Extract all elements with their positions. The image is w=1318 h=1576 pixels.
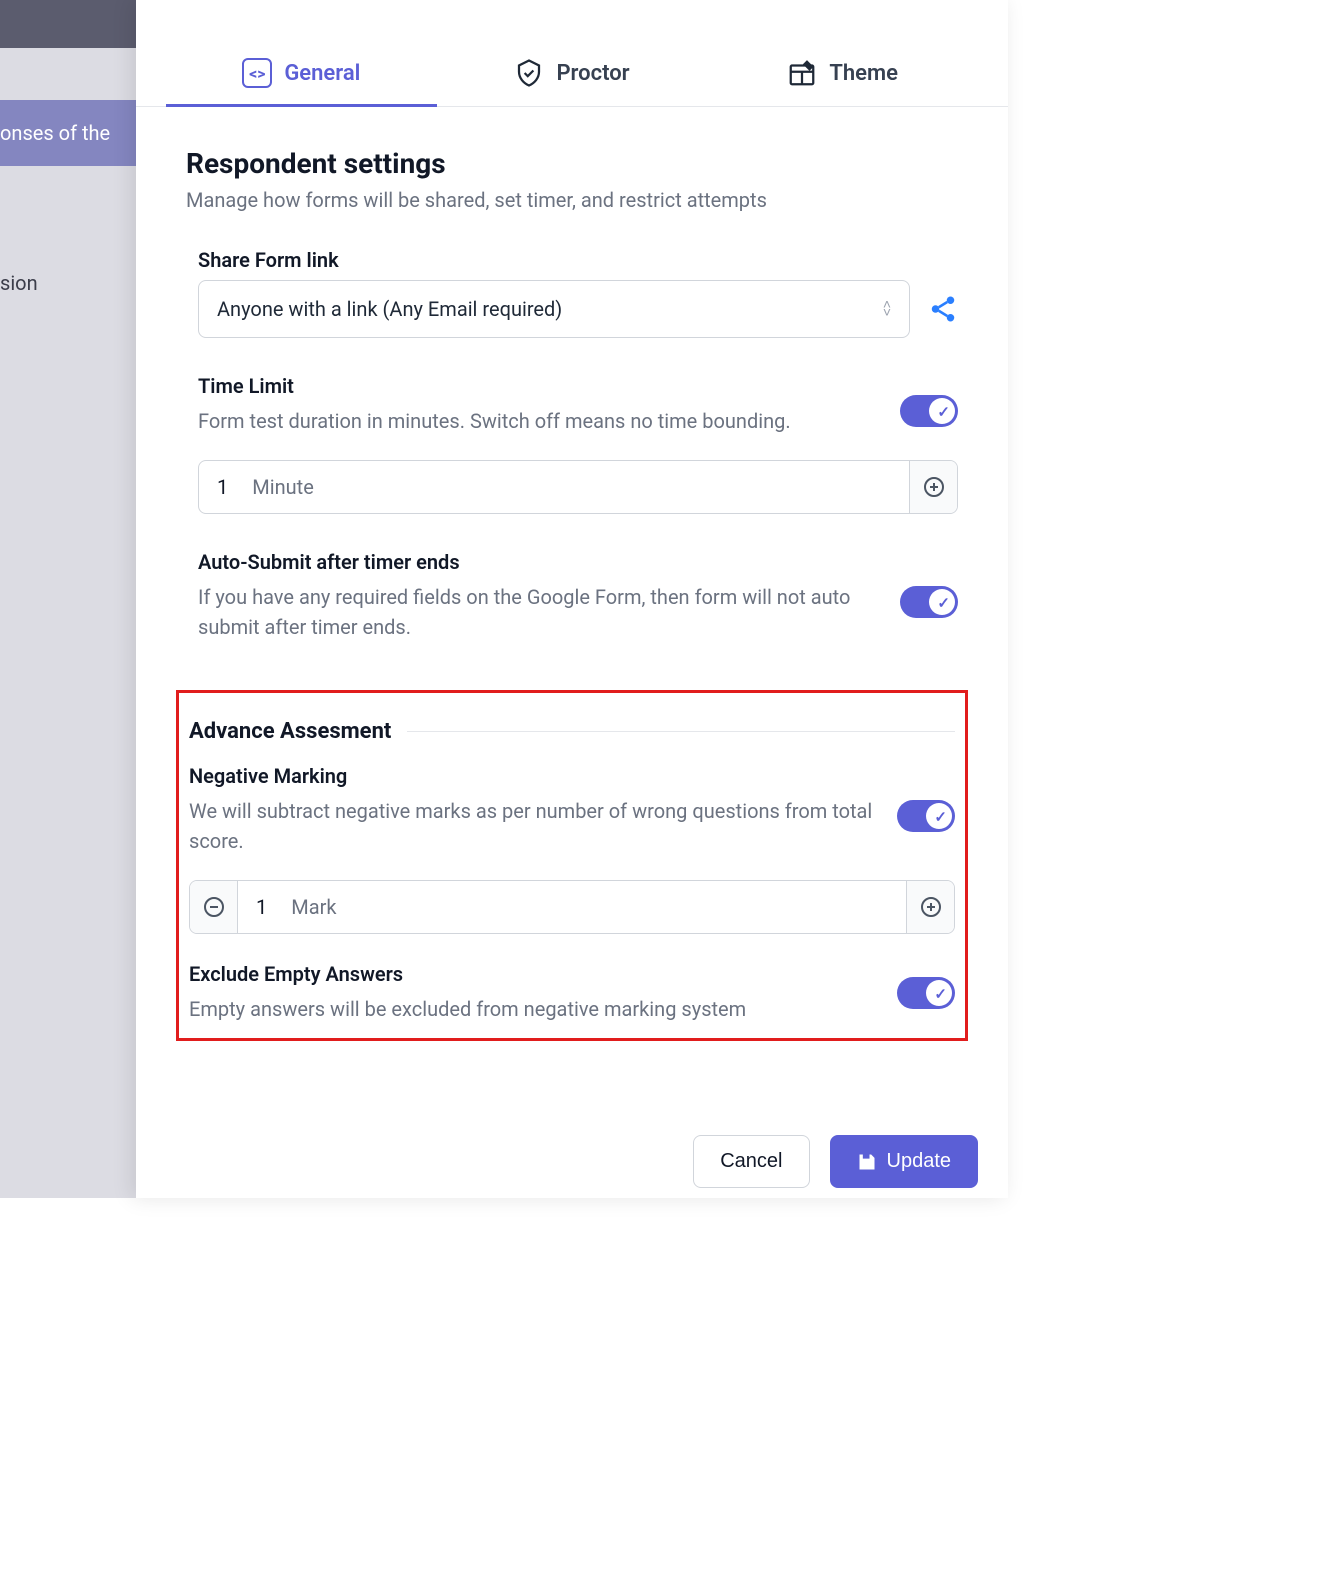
code-icon: <> (242, 58, 272, 88)
chevron-up-down-icon: ˄˅ (883, 301, 891, 317)
exclude-empty-block: Exclude Empty Answers Empty answers will… (189, 962, 955, 1024)
negative-marking-decrease-button[interactable] (190, 881, 238, 933)
negative-marking-stepper: 1 Mark (189, 880, 955, 934)
tab-label: Theme (829, 61, 898, 86)
section-subtitle: Manage how forms will be shared, set tim… (186, 188, 958, 212)
advance-assessment-title: Advance Assesment (189, 719, 955, 744)
share-form-label: Share Form link (198, 248, 958, 272)
time-limit-desc: Form test duration in minutes. Switch of… (198, 406, 876, 436)
background-header (0, 0, 136, 48)
section-title: Respondent settings (186, 147, 958, 180)
negative-marking-value: 1 (256, 895, 267, 919)
auto-submit-block: Auto-Submit after timer ends If you have… (186, 550, 958, 654)
advance-assessment-highlight: Advance Assesment Negative Marking We wi… (176, 690, 968, 1041)
time-limit-label: Time Limit (198, 374, 876, 398)
share-form-select[interactable]: Anyone with a link (Any Email required) … (198, 280, 910, 338)
update-button[interactable]: Update (830, 1135, 979, 1188)
update-label: Update (887, 1150, 952, 1173)
tab-bar: <> General Proctor Theme (136, 40, 1008, 107)
save-icon (857, 1152, 877, 1172)
negative-marking-toggle[interactable]: ✓ (897, 800, 955, 832)
time-limit-unit: Minute (252, 475, 314, 499)
tab-proctor[interactable]: Proctor (437, 40, 708, 106)
exclude-empty-desc: Empty answers will be excluded from nega… (189, 994, 873, 1024)
auto-submit-toggle[interactable]: ✓ (900, 586, 958, 618)
background-overlay (0, 0, 136, 1198)
negative-marking-desc: We will subtract negative marks as per n… (189, 796, 873, 856)
shield-check-icon (514, 58, 544, 88)
tab-theme[interactable]: Theme (707, 40, 978, 106)
time-limit-toggle[interactable]: ✓ (900, 395, 958, 427)
background-row-active: onses of the (0, 100, 136, 166)
time-limit-block: Time Limit Form test duration in minutes… (186, 374, 958, 514)
time-limit-increase-button[interactable] (909, 461, 957, 513)
theme-icon (787, 58, 817, 88)
background-row: sion (0, 250, 136, 316)
check-icon: ✓ (937, 594, 950, 612)
negative-marking-unit: Mark (291, 895, 336, 919)
settings-panel: <> General Proctor Theme (136, 0, 1008, 1198)
time-limit-stepper: 1 Minute (198, 460, 958, 514)
auto-submit-label: Auto-Submit after timer ends (198, 550, 876, 574)
background-row-text: onses of the (0, 121, 110, 145)
check-icon: ✓ (934, 985, 947, 1003)
background-row-text: sion (0, 271, 38, 295)
footer-actions: Cancel Update (693, 1135, 978, 1188)
tab-label: Proctor (556, 61, 629, 86)
exclude-empty-label: Exclude Empty Answers (189, 962, 873, 986)
check-icon: ✓ (937, 403, 950, 421)
time-limit-value: 1 (217, 475, 228, 499)
share-icon[interactable] (928, 294, 958, 324)
auto-submit-desc: If you have any required fields on the G… (198, 582, 876, 642)
negative-marking-label: Negative Marking (189, 764, 873, 788)
tab-general[interactable]: <> General (166, 40, 437, 106)
check-icon: ✓ (934, 808, 947, 826)
content-scroll: Respondent settings Manage how forms wil… (136, 107, 1008, 1195)
tab-label: General (284, 61, 360, 86)
share-form-block: Share Form link Anyone with a link (Any … (186, 248, 958, 338)
negative-marking-block: Negative Marking We will subtract negati… (189, 764, 955, 934)
exclude-empty-toggle[interactable]: ✓ (897, 977, 955, 1009)
cancel-label: Cancel (720, 1150, 782, 1173)
cancel-button[interactable]: Cancel (693, 1135, 809, 1188)
share-form-value: Anyone with a link (Any Email required) (217, 297, 562, 321)
negative-marking-increase-button[interactable] (906, 881, 954, 933)
